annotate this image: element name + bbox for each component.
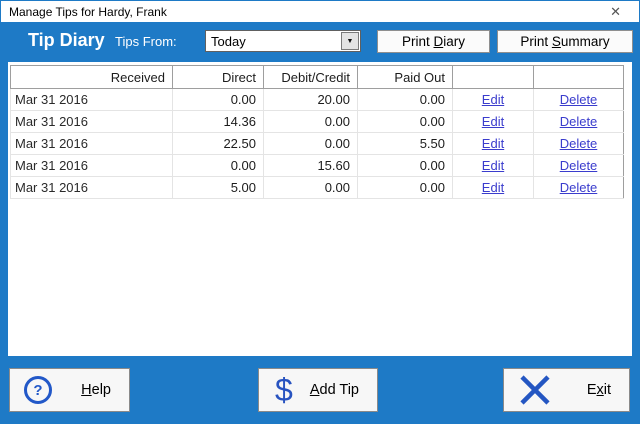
table-row: Mar 31 2016 0.00 20.00 0.00 Edit Delete — [10, 88, 624, 111]
tips-table: Received Direct Debit/Credit Paid Out Ma… — [10, 65, 624, 199]
exit-mnemonic: x — [596, 382, 604, 398]
edit-link[interactable]: Edit — [482, 180, 504, 195]
exit-button[interactable]: Exit — [503, 368, 630, 412]
manage-tips-window: Manage Tips for Hardy, Frank ✕ Tip Diary… — [0, 0, 640, 424]
delete-link[interactable]: Delete — [560, 136, 598, 151]
add-tip-label: dd Tip — [319, 382, 360, 398]
delete-link[interactable]: Delete — [560, 180, 598, 195]
table-row: Mar 31 2016 14.36 0.00 0.00 Edit Delete — [10, 110, 624, 133]
cell-paid-out: 0.00 — [357, 88, 453, 111]
cell-direct: 22.50 — [172, 132, 264, 155]
dollar-icon: $ — [275, 372, 293, 408]
add-tip-mnemonic: A — [309, 382, 320, 398]
table-row: Mar 31 2016 22.50 0.00 5.50 Edit Delete — [10, 132, 624, 155]
page-title: Tip Diary — [28, 30, 105, 50]
cell-debit-credit: 0.00 — [263, 132, 358, 155]
col-header-delete-actions — [533, 65, 624, 89]
window-title: Manage Tips for Hardy, Frank — [9, 4, 167, 19]
cell-direct: 5.00 — [172, 176, 264, 199]
col-header-debit-credit: Debit/Credit — [263, 65, 358, 89]
window-close-icon[interactable]: ✕ — [604, 3, 627, 20]
print-diary-mnemonic: D — [433, 34, 444, 49]
print-summary-label-rest: ummary — [560, 34, 610, 49]
delete-link[interactable]: Delete — [560, 114, 598, 129]
col-header-direct: Direct — [172, 65, 264, 89]
print-diary-button[interactable]: Print Diary — [377, 30, 490, 53]
cell-received: Mar 31 2016 — [10, 110, 173, 133]
table-row: Mar 31 2016 0.00 15.60 0.00 Edit Delete — [10, 154, 624, 177]
chevron-down-icon[interactable]: ▼ — [341, 32, 359, 50]
cell-debit-credit: 20.00 — [263, 88, 358, 111]
col-header-edit-actions — [452, 65, 534, 89]
help-label: elp — [91, 382, 111, 398]
title-bar: Manage Tips for Hardy, Frank ✕ — [1, 1, 639, 22]
edit-link[interactable]: Edit — [482, 114, 504, 129]
cell-received: Mar 31 2016 — [10, 132, 173, 155]
edit-link[interactable]: Edit — [482, 136, 504, 151]
exit-label: E — [586, 382, 597, 398]
print-diary-label-rest: iary — [443, 34, 466, 49]
tips-panel: Received Direct Debit/Credit Paid Out Ma… — [8, 62, 632, 356]
cell-received: Mar 31 2016 — [10, 176, 173, 199]
exit-label-rest: it — [603, 382, 611, 398]
cell-debit-credit: 0.00 — [263, 176, 358, 199]
cell-debit-credit: 0.00 — [263, 110, 358, 133]
tips-from-selected-value: Today — [211, 33, 246, 49]
table-row: Mar 31 2016 5.00 0.00 0.00 Edit Delete — [10, 176, 624, 199]
tips-from-select[interactable]: Today ▼ — [205, 30, 361, 52]
cell-direct: 0.00 — [172, 88, 264, 111]
print-summary-label: Print — [520, 34, 552, 49]
cell-paid-out: 0.00 — [357, 176, 453, 199]
cell-paid-out: 5.50 — [357, 132, 453, 155]
print-diary-label: Print — [401, 34, 434, 49]
add-tip-button[interactable]: $ Add Tip — [258, 368, 378, 412]
help-mnemonic: H — [81, 382, 92, 398]
tips-from-label: Tips From: — [115, 34, 177, 49]
col-header-paid-out: Paid Out — [357, 65, 453, 89]
table-header-row: Received Direct Debit/Credit Paid Out — [10, 65, 624, 89]
cell-paid-out: 0.00 — [357, 154, 453, 177]
exit-x-icon — [520, 375, 550, 405]
print-summary-mnemonic: S — [551, 34, 561, 49]
help-icon: ? — [24, 376, 52, 404]
help-button[interactable]: ? Help — [9, 368, 130, 412]
cell-direct: 14.36 — [172, 110, 264, 133]
delete-link[interactable]: Delete — [560, 92, 598, 107]
cell-paid-out: 0.00 — [357, 110, 453, 133]
edit-link[interactable]: Edit — [482, 92, 504, 107]
edit-link[interactable]: Edit — [482, 158, 504, 173]
delete-link[interactable]: Delete — [560, 158, 598, 173]
cell-direct: 0.00 — [172, 154, 264, 177]
col-header-received: Received — [10, 65, 173, 89]
cell-received: Mar 31 2016 — [10, 88, 173, 111]
print-summary-button[interactable]: Print Summary — [497, 30, 633, 53]
cell-received: Mar 31 2016 — [10, 154, 173, 177]
header-bar: Tip Diary Tips From: Today ▼ Print Diary… — [0, 22, 640, 62]
cell-debit-credit: 15.60 — [263, 154, 358, 177]
